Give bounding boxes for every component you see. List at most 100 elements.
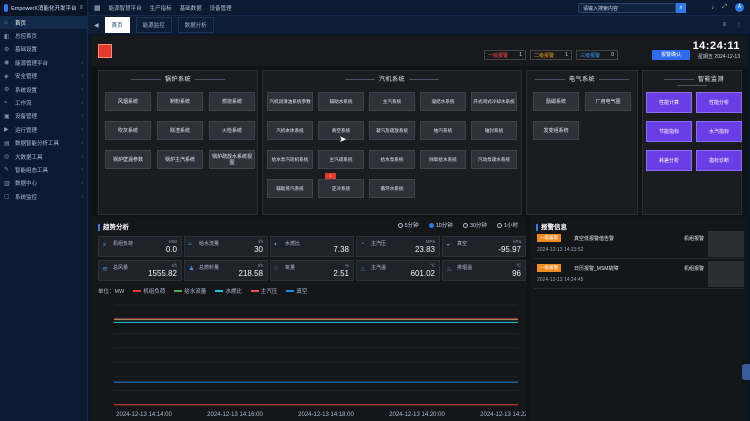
metric-unit: kPa xyxy=(513,239,521,244)
system-button[interactable]: 汽机润滑油系统参数 xyxy=(267,92,313,111)
grid-icon[interactable]: ▦ xyxy=(88,4,101,12)
metric-unit: t/h xyxy=(171,263,177,268)
alarm-row[interactable]: 一级报警 日历报警_MSM故障 机组报警 2024-12-13 14:24:45 xyxy=(534,261,744,289)
tab-tools-icon[interactable]: ◀ xyxy=(94,22,99,29)
top-nav-item[interactable]: 基础数据 xyxy=(180,4,202,12)
system-button[interactable]: 制粉系统 xyxy=(157,92,203,111)
alarm-level-box[interactable]: 三级报警 0 xyxy=(576,50,618,60)
tab-menu-icon[interactable]: ≡ xyxy=(722,22,726,29)
alarm-level-label: 三级报警 xyxy=(580,52,601,59)
wind-icon: ≋ xyxy=(102,266,108,273)
system-button[interactable]: 主汽系统 xyxy=(369,92,415,111)
interval-radio[interactable]: 10分钟 xyxy=(428,221,453,229)
energy-icon: ◉ xyxy=(4,60,10,67)
sidebar-item-label: 大数据工具 xyxy=(15,154,43,161)
sidebar-item-label: 工作流 xyxy=(15,101,32,108)
tab-1[interactable]: 能源监控 xyxy=(135,17,172,33)
system-button[interactable]: 汽机本体系统 xyxy=(267,121,313,140)
sidebar-item-label: 总控首页 xyxy=(15,34,38,41)
system-button[interactable]: 辅助水系统 xyxy=(318,92,364,111)
float-handle[interactable] xyxy=(742,364,750,380)
system-button[interactable]: 火检系统 xyxy=(209,121,255,140)
sidebar-item[interactable]: ▥ 数据中心 › xyxy=(0,177,87,190)
system-button[interactable]: 励磁系统 xyxy=(533,92,579,111)
interval-radio[interactable]: 5分钟 xyxy=(397,221,419,229)
system-button[interactable]: 抽汽系统 xyxy=(420,121,466,140)
alarm-confirm-button[interactable]: 报警确认 xyxy=(652,50,690,60)
top-nav-item[interactable]: 设备管理 xyxy=(210,4,232,12)
sidebar-item[interactable]: ⚙ 基础设置 xyxy=(0,43,87,56)
system-button[interactable]: 给水泵系统 xyxy=(369,150,415,169)
sidebar-item[interactable]: ✎ 智能组态工具 › xyxy=(0,163,87,176)
alarm-action-area[interactable] xyxy=(708,261,744,287)
system-button[interactable]: 汽动泵疏水系统 xyxy=(471,150,517,169)
search-input[interactable]: 请输入搜索内容 xyxy=(578,3,676,13)
chevron-down-icon: › xyxy=(81,113,83,120)
alarm-level-box[interactable]: 二级报警 1 xyxy=(530,50,572,60)
sidebar-item[interactable]: ▣ 设备管理 › xyxy=(0,110,87,123)
tab-bar: ◀ 首页 能源监控 数据分析 ≡ ⋮ xyxy=(88,16,750,34)
system-button[interactable]: 循环水系统 xyxy=(369,179,415,198)
interval-radio[interactable]: 1小时 xyxy=(496,221,518,229)
system-button[interactable]: 节能指标 xyxy=(646,121,692,142)
metric-value: 601.02 xyxy=(410,269,435,278)
system-button[interactable]: 给水泵汽轮机系统 xyxy=(267,150,313,169)
system-button[interactable]: 指标诊断 xyxy=(696,150,742,171)
sidebar-item[interactable]: ⚙ 系统设置 › xyxy=(0,83,87,96)
tab-2[interactable]: 数据分析 xyxy=(177,17,214,33)
x-tick-label: 2024-12-13 14:16:00 xyxy=(207,412,263,418)
top-nav-item[interactable]: 能源智慧平台 xyxy=(109,4,142,12)
bell-icon[interactable]: ♪ xyxy=(711,5,714,11)
more-icon[interactable]: ⋮ xyxy=(736,22,742,29)
system-button[interactable]: 除渣系统 xyxy=(157,121,203,140)
run-icon: ▶ xyxy=(4,127,9,134)
search-icon[interactable]: ⌕ xyxy=(676,3,686,13)
system-button[interactable]: 发变组系统 xyxy=(533,121,579,140)
system-button[interactable]: 主汽疏系统 xyxy=(318,150,364,169)
sidebar-item[interactable]: ◎ 大数据工具 › xyxy=(0,150,87,163)
system-button[interactable]: 耗差分析 xyxy=(646,150,692,171)
sidebar-item[interactable]: ≈ 工作流 › xyxy=(0,96,87,109)
system-button[interactable]: 吹灰系统 xyxy=(105,121,151,140)
sidebar-item[interactable]: ⌂ 首页 xyxy=(0,16,87,30)
shield-icon: ◈ xyxy=(4,73,9,80)
sidebar-item[interactable]: ◧ 总控首页 xyxy=(0,29,87,42)
system-button[interactable]: 凝结水系统 xyxy=(420,92,466,111)
sidebar-item[interactable]: ▶ 运行管理 › xyxy=(0,123,87,136)
system-button[interactable]: 风烟系统 xyxy=(105,92,151,111)
system-button[interactable]: 锅炉壁温参数 xyxy=(105,150,151,169)
system-button[interactable]: 燃烧系统 xyxy=(209,92,255,111)
sidebar-item-label: 设备管理 xyxy=(15,114,38,121)
alarm-level-box[interactable]: 一级报警 1 xyxy=(484,50,526,60)
system-button[interactable]: 轴封系统 xyxy=(471,121,517,140)
sidebar-item[interactable]: ▤ 数据智能分析工具 › xyxy=(0,137,87,150)
system-button[interactable]: 锅炉疏放水系统视图 xyxy=(209,150,255,169)
alarm-indicator[interactable] xyxy=(98,44,112,58)
system-button[interactable]: 性能分析 xyxy=(696,92,742,113)
system-button[interactable]: 凝汽及疏放系统 xyxy=(369,121,415,140)
alarm-row[interactable]: 一级报警 真空低报警值告警 机组报警 2024-12-13 14:23:52 xyxy=(534,231,744,259)
avatar[interactable]: A xyxy=(735,3,744,12)
system-button[interactable]: 锅炉主汽系统 xyxy=(157,150,203,169)
expand-icon[interactable]: ⤢ xyxy=(722,4,727,11)
system-button[interactable]: 水汽指标 xyxy=(696,121,742,142)
sidebar-item[interactable]: ▢ 系统监控 › xyxy=(0,190,87,203)
system-button[interactable]: 性能计算 xyxy=(646,92,692,113)
alarm-action-area[interactable] xyxy=(708,231,744,257)
top-nav-item[interactable]: 生产指标 xyxy=(150,4,172,12)
sidebar-item[interactable]: ◈ 安全管理 › xyxy=(0,70,87,83)
system-button[interactable]: 除氧给水系统 xyxy=(420,150,466,169)
sidebar-item-label: 智能组态工具 xyxy=(15,167,49,174)
system-button[interactable]: 厂用电气图 xyxy=(585,92,631,111)
flow-icon: ≈ xyxy=(188,241,192,248)
system-button[interactable]: 辅助蒸汽系统 xyxy=(267,179,313,198)
chevron-down-icon: › xyxy=(81,100,83,107)
metric-card: ◒ 真空 kPa -95.97 xyxy=(442,236,526,257)
sidebar-item[interactable]: ◉ 能源管理平台 › xyxy=(0,56,87,69)
tab-0[interactable]: 首页 xyxy=(104,17,130,33)
system-button[interactable]: 定冷系统 xyxy=(318,179,364,198)
x-tick-label: 2024-12-13 14:20:00 xyxy=(389,412,445,418)
system-button[interactable]: 开式闭式冷却水系统 xyxy=(471,92,517,111)
menu-icon[interactable]: ≡ xyxy=(79,5,83,11)
interval-radio[interactable]: 30分钟 xyxy=(462,221,487,229)
